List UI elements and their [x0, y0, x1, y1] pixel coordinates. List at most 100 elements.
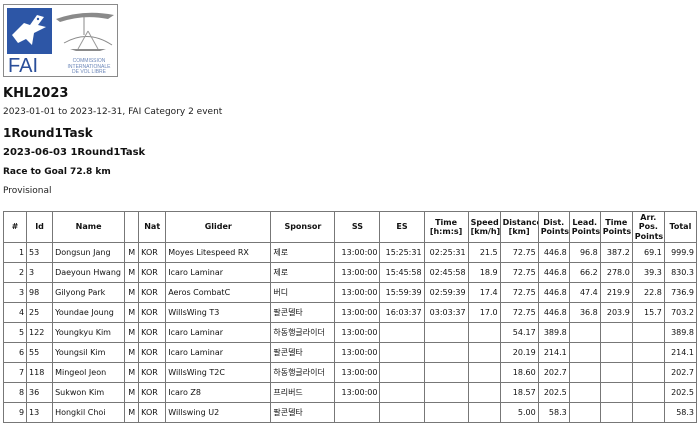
- cell-dist-points: 214.1: [537, 342, 570, 363]
- cell-sponsor: 버디: [270, 282, 336, 303]
- cell-arr-pos-points: [631, 362, 665, 383]
- header-time-points: Time Points: [599, 211, 633, 243]
- cell-glider: WillsWing T3: [165, 302, 272, 323]
- header-nat: Nat: [138, 211, 167, 243]
- cell-nat: KOR: [138, 322, 167, 343]
- cell-es: [379, 362, 425, 383]
- cell-lead-points: 36.8: [568, 302, 601, 323]
- cell-glider: Moyes Litespeed RX: [165, 242, 272, 263]
- cell-sponsor: 하동행글라이더: [270, 322, 336, 343]
- cell-time-points: 219.9: [599, 282, 633, 303]
- cell-nat: KOR: [138, 262, 167, 283]
- cell-sponsor: 팔콘델타: [270, 302, 336, 323]
- cell-ss: 13:00:00: [334, 362, 381, 383]
- cell-dist-points: 446.8: [537, 242, 570, 263]
- cell-speed: 17.0: [467, 302, 501, 323]
- results-page: FAI COMMISSION INTERNATIONALE DE VOL LIB…: [0, 0, 700, 423]
- cell-distance: 54.17: [499, 322, 539, 343]
- header-ss: SS: [334, 211, 381, 243]
- table-row: 9 13 Hongkil Choi M KOR Willswing U2 팔콘델타 5.00 5…: [2, 402, 698, 423]
- header-name: Name: [52, 211, 126, 243]
- cell-rank: 3: [2, 282, 28, 303]
- header-distance: Distance [km]: [499, 211, 539, 243]
- cell-es: [379, 342, 425, 363]
- header-arr-pos-points: Arr. Pos. Points: [631, 211, 665, 243]
- cell-id: 118: [26, 362, 54, 383]
- cell-time-points: [599, 342, 633, 363]
- cell-time: 02:45:58: [423, 262, 469, 283]
- task-subtitle: 2023-06-03 1Round1Task: [3, 147, 146, 158]
- cell-nat: KOR: [138, 302, 167, 323]
- cell-glider: Icaro Z8: [165, 382, 272, 403]
- cell-name: Dongsun Jang: [52, 242, 126, 263]
- cell-ss: 13:00:00: [334, 342, 381, 363]
- table-row: 4 25 Youndae Joung M KOR WillsWing T3 팔콘델타 13:0…: [2, 302, 698, 323]
- competition-title: KHL2023: [3, 86, 69, 101]
- logo-commission-text: COMMISSION INTERNATIONALE DE VOL LIBRE: [60, 58, 118, 76]
- cell-dist-points: 446.8: [537, 282, 570, 303]
- cell-es: 15:59:39: [379, 282, 425, 303]
- cell-time: [423, 362, 469, 383]
- cell-dist-points: 446.8: [537, 262, 570, 283]
- cell-ss: 13:00:00: [334, 262, 381, 283]
- cell-dist-points: 389.8: [537, 322, 570, 343]
- cell-ss: 13:00:00: [334, 242, 381, 263]
- cell-nat: KOR: [138, 382, 167, 403]
- cell-rank: 1: [2, 242, 28, 263]
- cell-rank: 2: [2, 262, 28, 283]
- cell-time: 02:59:39: [423, 282, 469, 303]
- cell-lead-points: [568, 402, 601, 423]
- cell-distance: 5.00: [499, 402, 539, 423]
- cell-dist-points: 202.5: [537, 382, 570, 403]
- header-sponsor: Sponsor: [270, 211, 336, 243]
- cell-time-points: [599, 382, 633, 403]
- cell-name: Youngkyu Kim: [52, 322, 126, 343]
- cell-es: [379, 382, 425, 403]
- results-table-body: 1 53 Dongsun Jang M KOR Moyes Litespeed RX 제로 1…: [2, 242, 698, 423]
- cell-arr-pos-points: [631, 342, 665, 363]
- cell-name: Hongkil Choi: [52, 402, 126, 423]
- cell-name: Gilyong Park: [52, 282, 126, 303]
- cell-name: Sukwon Kim: [52, 382, 126, 403]
- cell-arr-pos-points: [631, 402, 665, 423]
- table-row: 1 53 Dongsun Jang M KOR Moyes Litespeed RX 제로 1…: [2, 242, 698, 263]
- cell-dist-points: 202.7: [537, 362, 570, 383]
- cell-total: 202.5: [663, 382, 698, 403]
- cell-name: Mingeol Jeon: [52, 362, 126, 383]
- cell-sex: M: [124, 382, 140, 403]
- cell-time: [423, 322, 469, 343]
- header-sex: [124, 211, 140, 243]
- task-title: 1Round1Task: [3, 126, 93, 140]
- cell-speed: 21.5: [467, 242, 501, 263]
- table-row: 5 122 Youngkyu Kim M KOR Icaro Laminar 하동행글라이더…: [2, 322, 698, 343]
- cell-lead-points: [568, 322, 601, 343]
- header-dist-points: Dist. Points: [537, 211, 570, 243]
- cell-speed: [467, 322, 501, 343]
- cell-lead-points: [568, 342, 601, 363]
- cell-distance: 72.75: [499, 242, 539, 263]
- cell-ss: 13:00:00: [334, 302, 381, 323]
- cell-ss: [334, 402, 381, 423]
- table-row: 2 3 Daeyoun Hwang M KOR Icaro Laminar 제로 13:00:…: [2, 262, 698, 283]
- cell-rank: 7: [2, 362, 28, 383]
- cell-glider: Icaro Laminar: [165, 262, 272, 283]
- header-es: ES: [379, 211, 425, 243]
- cell-speed: [467, 402, 501, 423]
- cell-ss: 13:00:00: [334, 282, 381, 303]
- result-status: Provisional: [3, 186, 52, 196]
- cell-lead-points: [568, 382, 601, 403]
- race-description: Race to Goal 72.8 km: [3, 167, 111, 177]
- cell-speed: [467, 382, 501, 403]
- cell-time: 03:03:37: [423, 302, 469, 323]
- cell-id: 53: [26, 242, 54, 263]
- cell-speed: 17.4: [467, 282, 501, 303]
- cell-id: 98: [26, 282, 54, 303]
- cell-time: [423, 342, 469, 363]
- cell-id: 122: [26, 322, 54, 343]
- competition-date-range: 2023-01-01 to 2023-12-31, FAI Category 2…: [3, 107, 223, 117]
- cell-total: 202.7: [663, 362, 698, 383]
- cell-nat: KOR: [138, 362, 167, 383]
- cell-sponsor: 제로: [270, 242, 336, 263]
- cell-sponsor: 팔콘델타: [270, 342, 336, 363]
- cell-distance: 72.75: [499, 302, 539, 323]
